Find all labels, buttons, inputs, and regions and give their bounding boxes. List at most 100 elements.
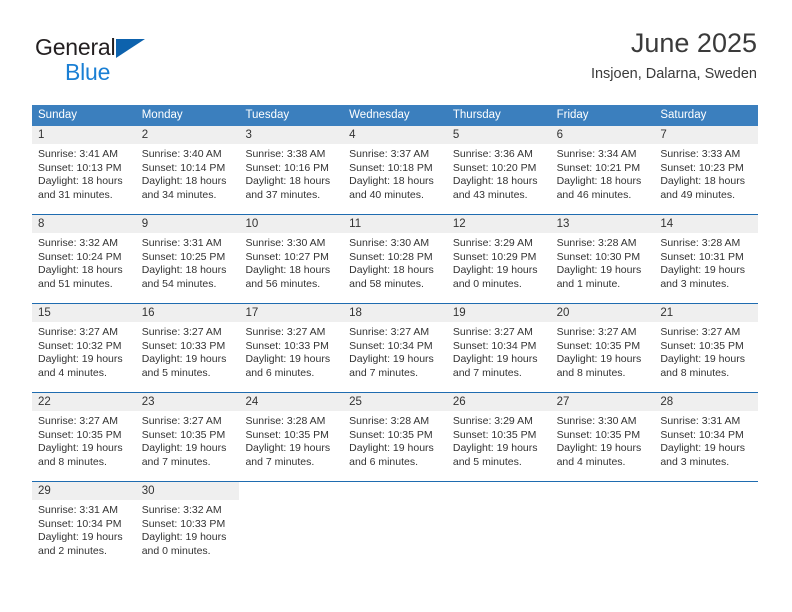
calendar-day-cell[interactable]: 12 Sunrise: 3:29 AM Sunset: 10:29 PM Daylig…	[446, 215, 551, 303]
calendar-day-cell[interactable]: 1 Sunrise: 3:41 AM Sunset: 10:13 PM Dayligh…	[32, 126, 136, 214]
calendar-day-cell[interactable]: 22 Sunrise: 3:27 AM Sunset: 10:35 PM Daylig…	[32, 393, 136, 481]
day-number-band	[239, 482, 343, 500]
daylight-text-line2: and 8 minutes.	[660, 366, 730, 379]
daylight-text-line2: and 0 minutes.	[452, 277, 522, 290]
calendar-day-cell[interactable]: 11 Sunrise: 3:30 AM Sunset: 10:28 PM Daylig…	[343, 215, 447, 303]
calendar-day-cell[interactable]: 10 Sunrise: 3:30 AM Sunset: 10:27 PM Daylig…	[239, 215, 344, 303]
calendar-day-cell[interactable]: 18 Sunrise: 3:27 AM Sunset: 10:34 PM Daylig…	[343, 304, 447, 392]
calendar-day-cell[interactable]: 27 Sunrise: 3:30 AM Sunset: 10:35 PM Daylig…	[550, 393, 655, 481]
calendar-day-cell[interactable]: 8 Sunrise: 3:32 AM Sunset: 10:24 PM Dayligh…	[32, 215, 136, 303]
calendar-day-cell[interactable]: 20 Sunrise: 3:27 AM Sunset: 10:35 PM Daylig…	[550, 304, 655, 392]
daylight-text-line2: and 3 minutes.	[660, 277, 730, 290]
sunset-text: Sunset: 10:16 PM	[245, 161, 329, 174]
page-header: General Blue June 2025 Insjoen, Dalarna,…	[35, 28, 757, 98]
day-details: Sunrise: 3:32 AM Sunset: 10:24 PM Daylight…	[32, 233, 136, 291]
daylight-text-line1: Daylight: 19 hours	[349, 353, 434, 366]
daylight-text-line2: and 54 minutes.	[141, 277, 217, 290]
calendar-day-cell[interactable]: 14 Sunrise: 3:28 AM Sunset: 10:31 PM Daylig…	[654, 215, 759, 303]
day-number: 7	[660, 129, 667, 141]
calendar-day-cell[interactable]: 19 Sunrise: 3:27 AM Sunset: 10:34 PM Daylig…	[446, 304, 551, 392]
daylight-text-line1: Daylight: 18 hours	[349, 264, 434, 277]
day-details: Sunrise: 3:31 AM Sunset: 10:34 PM Daylight…	[654, 411, 758, 469]
day-number: 28	[660, 396, 674, 408]
day-details: Sunrise: 3:38 AM Sunset: 10:16 PM Daylight…	[239, 144, 343, 202]
daylight-text-line1: Daylight: 19 hours	[38, 442, 123, 455]
calendar-day-cell[interactable]: 26 Sunrise: 3:29 AM Sunset: 10:35 PM Daylig…	[446, 393, 551, 481]
day-number: 12	[452, 218, 466, 230]
daylight-text-line1: Daylight: 19 hours	[452, 264, 538, 277]
calendar-day-cell[interactable]: 21 Sunrise: 3:27 AM Sunset: 10:35 PM Daylig…	[654, 304, 759, 392]
daylight-text-line1: Daylight: 19 hours	[660, 353, 745, 366]
calendar-day-cell[interactable]: 6 Sunrise: 3:34 AM Sunset: 10:21 PM Dayligh…	[550, 126, 655, 214]
calendar-week-row: 29 Sunrise: 3:31 AM Sunset: 10:34 PM Daylig…	[32, 481, 758, 570]
calendar-day-cell[interactable]: 4 Sunrise: 3:37 AM Sunset: 10:18 PM Dayligh…	[343, 126, 447, 214]
brand-logo[interactable]: General Blue	[35, 36, 235, 88]
daylight-text-line1: Daylight: 18 hours	[452, 175, 538, 188]
daylight-text-line2: and 7 minutes.	[245, 455, 315, 468]
sunset-text: Sunset: 10:33 PM	[141, 517, 226, 530]
day-number: 13	[556, 218, 570, 230]
weekday-header-thursday: Thursday	[452, 109, 501, 121]
day-number-band	[654, 482, 758, 500]
calendar-day-cell[interactable]: 30 Sunrise: 3:32 AM Sunset: 10:33 PM Daylig…	[135, 482, 240, 570]
day-number-band: 21	[654, 304, 759, 322]
calendar-day-cell[interactable]: 17 Sunrise: 3:27 AM Sunset: 10:33 PM Daylig…	[239, 304, 344, 392]
daylight-text-line2: and 5 minutes.	[141, 366, 211, 379]
sunrise-text: Sunrise: 3:34 AM	[556, 148, 637, 160]
day-details: Sunrise: 3:28 AM Sunset: 10:35 PM Daylight…	[343, 411, 447, 469]
sunrise-text: Sunrise: 3:32 AM	[141, 504, 222, 516]
day-number-band: 10	[239, 215, 344, 233]
calendar-day-cell[interactable]: 15 Sunrise: 3:27 AM Sunset: 10:32 PM Daylig…	[32, 304, 136, 392]
weekday-header-saturday: Saturday	[660, 109, 707, 121]
day-number-band: 29	[32, 482, 136, 500]
daylight-text-line1: Daylight: 19 hours	[452, 442, 538, 455]
day-number-band: 18	[343, 304, 447, 322]
day-number-band: 15	[32, 304, 136, 322]
daylight-text-line2: and 2 minutes.	[38, 544, 107, 557]
daylight-text-line1: Daylight: 18 hours	[349, 175, 434, 188]
daylight-text-line1: Daylight: 18 hours	[38, 175, 123, 188]
sunset-text: Sunset: 10:20 PM	[452, 161, 537, 174]
daylight-text-line2: and 4 minutes.	[556, 455, 626, 468]
brand-name-blue: Blue	[65, 59, 111, 85]
calendar-day-cell[interactable]: 24 Sunrise: 3:28 AM Sunset: 10:35 PM Daylig…	[239, 393, 344, 481]
calendar-day-cell[interactable]: 28 Sunrise: 3:31 AM Sunset: 10:34 PM Daylig…	[654, 393, 759, 481]
daylight-text-line2: and 3 minutes.	[660, 455, 730, 468]
daylight-text-line2: and 51 minutes.	[38, 277, 113, 290]
calendar-week-row: 22 Sunrise: 3:27 AM Sunset: 10:35 PM Daylig…	[32, 392, 759, 481]
daylight-text-line2: and 49 minutes.	[660, 188, 736, 201]
sunset-text: Sunset: 10:35 PM	[452, 428, 537, 441]
daylight-text-line1: Daylight: 18 hours	[141, 264, 227, 277]
sunset-text: Sunset: 10:29 PM	[452, 250, 537, 263]
day-number-band	[551, 482, 655, 500]
calendar-day-cell[interactable]: 25 Sunrise: 3:28 AM Sunset: 10:35 PM Daylig…	[343, 393, 447, 481]
day-details: Sunrise: 3:28 AM Sunset: 10:31 PM Daylight…	[654, 233, 758, 291]
calendar-day-cell[interactable]: 2 Sunrise: 3:40 AM Sunset: 10:14 PM Dayligh…	[135, 126, 240, 214]
day-details	[343, 500, 447, 504]
day-number-band: 17	[239, 304, 344, 322]
calendar-day-cell[interactable]: 5 Sunrise: 3:36 AM Sunset: 10:20 PM Dayligh…	[446, 126, 551, 214]
calendar-day-cell[interactable]: 13 Sunrise: 3:28 AM Sunset: 10:30 PM Daylig…	[550, 215, 655, 303]
calendar-week-row: 15 Sunrise: 3:27 AM Sunset: 10:32 PM Daylig…	[32, 303, 759, 392]
daylight-text-line1: Daylight: 19 hours	[660, 264, 745, 277]
day-number-band	[343, 482, 447, 500]
day-number: 5	[452, 129, 460, 141]
daylight-text-line2: and 34 minutes.	[141, 188, 217, 201]
daylight-text-line2: and 31 minutes.	[38, 188, 113, 201]
day-number-band: 11	[343, 215, 447, 233]
calendar-page: General Blue June 2025 Insjoen, Dalarna,…	[0, 0, 792, 612]
sunrise-text: Sunrise: 3:28 AM	[245, 415, 326, 427]
day-number-band: 28	[654, 393, 759, 411]
sunset-text: Sunset: 10:35 PM	[141, 428, 226, 441]
calendar-day-cell[interactable]: 29 Sunrise: 3:31 AM Sunset: 10:34 PM Daylig…	[32, 482, 136, 570]
calendar-day-cell[interactable]: 3 Sunrise: 3:38 AM Sunset: 10:16 PM Dayligh…	[239, 126, 344, 214]
calendar-day-cell[interactable]: 16 Sunrise: 3:27 AM Sunset: 10:33 PM Daylig…	[135, 304, 240, 392]
calendar-day-cell[interactable]: 23 Sunrise: 3:27 AM Sunset: 10:35 PM Daylig…	[135, 393, 240, 481]
location-subtitle: Insjoen, Dalarna, Sweden	[590, 66, 757, 83]
day-number-band: 13	[550, 215, 655, 233]
calendar-day-cell[interactable]: 7 Sunrise: 3:33 AM Sunset: 10:23 PM Dayligh…	[654, 126, 759, 214]
calendar-grid: Sunday Monday Tuesday Wednesday Thursday…	[32, 105, 759, 570]
day-number-band: 23	[135, 393, 240, 411]
day-number: 9	[141, 218, 149, 230]
calendar-day-cell[interactable]: 9 Sunrise: 3:31 AM Sunset: 10:25 PM Dayligh…	[135, 215, 240, 303]
